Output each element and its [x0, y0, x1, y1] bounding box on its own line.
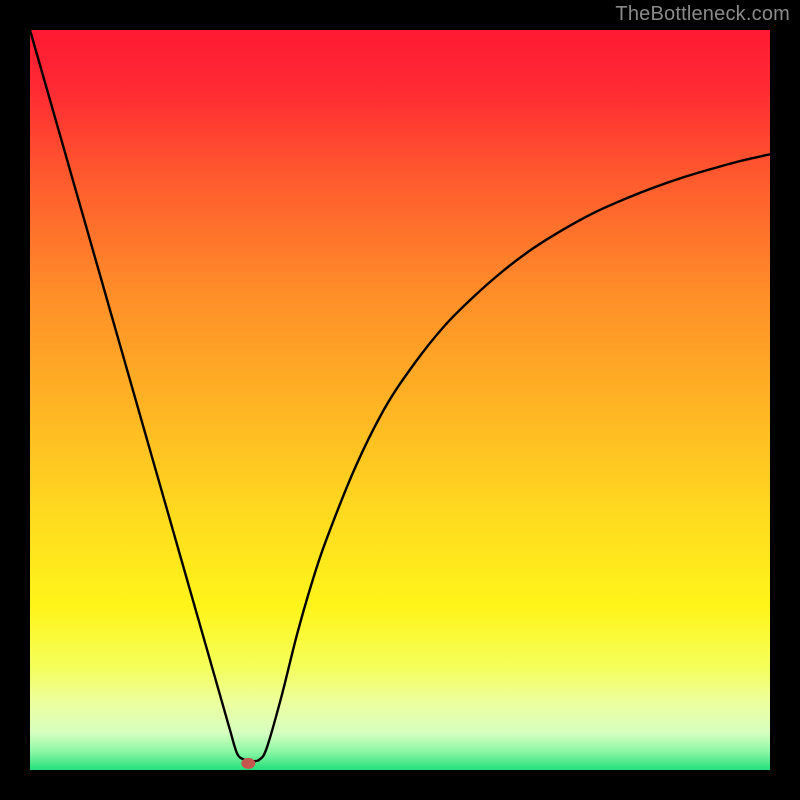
gradient-background	[30, 30, 770, 770]
watermark-text: TheBottleneck.com	[615, 3, 790, 26]
optimal-point-marker	[241, 758, 255, 769]
chart-frame: TheBottleneck.com	[0, 0, 800, 800]
bottleneck-chart	[30, 30, 770, 770]
